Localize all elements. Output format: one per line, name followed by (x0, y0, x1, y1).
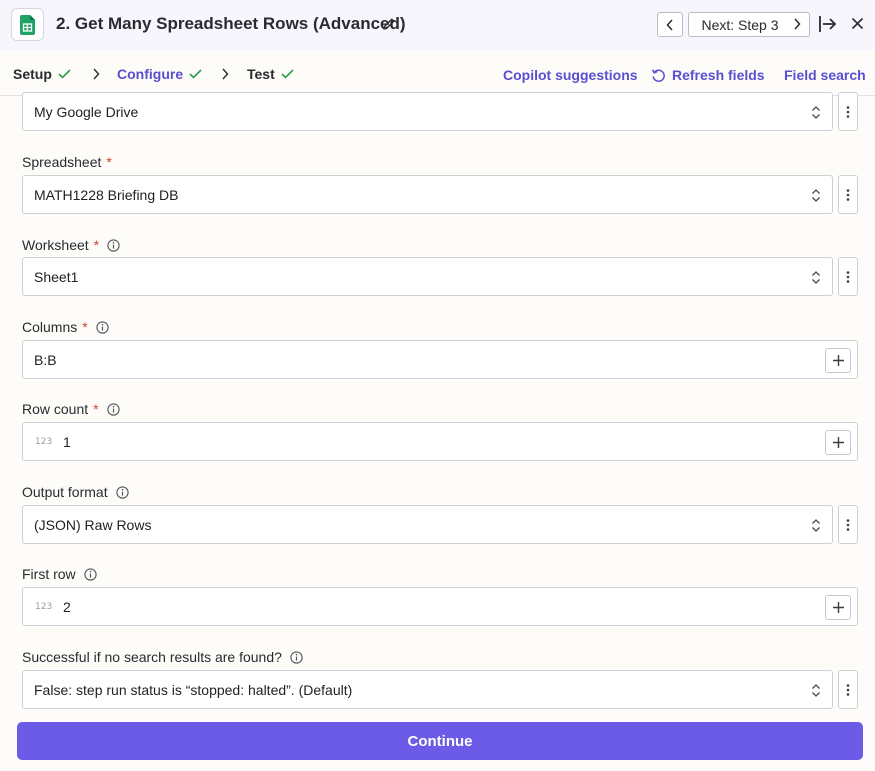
refresh-fields-label: Refresh fields (672, 67, 765, 83)
row-count-input[interactable]: 123 1 (22, 422, 858, 461)
number-type-icon: 123 (35, 601, 53, 612)
output-format-select[interactable]: (JSON) Raw Rows (22, 505, 833, 544)
field-search-label: Field search (784, 67, 866, 83)
continue-button[interactable]: Continue (17, 722, 863, 760)
worksheet-value: Sheet1 (34, 268, 79, 285)
updown-chevron-icon (812, 271, 820, 284)
refresh-icon (651, 68, 665, 82)
worksheet-select[interactable]: Sheet1 (22, 257, 833, 296)
copilot-suggestions-link[interactable]: Copilot suggestions (503, 67, 638, 83)
updown-chevron-icon (812, 106, 820, 119)
more-vertical-icon (846, 188, 850, 201)
success-if-none-select[interactable]: False: step run status is “stopped: halt… (22, 670, 833, 709)
label-text: First row (22, 566, 76, 582)
spreadsheet-options-button[interactable] (838, 175, 858, 214)
spreadsheet-label: Spreadsheet * (22, 154, 112, 170)
footer: Continue (0, 710, 875, 771)
row-count-label: Row count * (22, 401, 120, 417)
updown-chevron-icon (812, 519, 820, 532)
tab-test[interactable]: Test (247, 66, 294, 82)
first-row-value: 2 (63, 598, 71, 615)
output-format-value: (JSON) Raw Rows (34, 516, 152, 533)
info-icon[interactable] (106, 402, 120, 416)
tab-configure[interactable]: Configure (117, 66, 202, 82)
first-row-input[interactable]: 123 2 (22, 587, 858, 626)
more-vertical-icon (846, 518, 850, 531)
info-icon[interactable] (115, 485, 129, 499)
worksheet-label: Worksheet * (22, 237, 120, 253)
more-vertical-icon (846, 105, 850, 118)
chevron-right-icon (93, 68, 100, 80)
step-header: 2. Get Many Spreadsheet Rows (Advanced) … (0, 0, 875, 50)
next-step-label: Next: Step 3 (701, 16, 779, 33)
collapse-panel-icon[interactable] (818, 15, 838, 33)
info-icon[interactable] (84, 567, 97, 581)
step-tabs: Setup Configure Test Copilot suggestions… (0, 50, 875, 96)
spreadsheet-value: MATH1228 Briefing DB (34, 186, 179, 203)
output-format-options-button[interactable] (838, 505, 858, 544)
chevron-left-icon (666, 18, 673, 31)
add-first-row-button[interactable] (825, 595, 851, 620)
check-icon (189, 69, 202, 79)
info-icon[interactable] (96, 320, 109, 334)
add-row-count-button[interactable] (825, 430, 851, 455)
check-icon (281, 69, 294, 79)
success-if-none-label: Successful if no search results are foun… (22, 649, 303, 665)
required-marker: * (82, 319, 88, 335)
chevron-right-icon (794, 18, 801, 30)
label-text: Spreadsheet (22, 154, 102, 170)
updown-chevron-icon (812, 684, 820, 697)
label-text: Output format (22, 484, 108, 500)
label-text: Columns (22, 319, 78, 335)
tab-label: Configure (117, 66, 184, 82)
copilot-suggestions-label: Copilot suggestions (503, 67, 638, 83)
success-if-none-options-button[interactable] (838, 670, 858, 709)
worksheet-options-button[interactable] (838, 257, 858, 296)
label-text: Successful if no search results are foun… (22, 649, 282, 665)
number-type-icon: 123 (35, 436, 53, 447)
updown-chevron-icon (812, 189, 820, 202)
plus-icon (832, 437, 844, 448)
columns-value: B:B (34, 351, 57, 368)
info-icon[interactable] (107, 238, 120, 252)
pencil-icon[interactable] (381, 16, 397, 32)
more-vertical-icon (846, 270, 850, 283)
refresh-fields-link[interactable]: Refresh fields (651, 67, 765, 83)
previous-step-button[interactable] (657, 12, 683, 37)
tab-setup[interactable]: Setup (13, 66, 71, 82)
close-icon[interactable] (851, 17, 864, 30)
plus-icon (832, 355, 844, 366)
first-row-label: First row (22, 566, 97, 582)
drive-options-button[interactable] (838, 92, 858, 131)
check-icon (58, 69, 71, 79)
spreadsheet-select[interactable]: MATH1228 Briefing DB (22, 175, 833, 214)
row-count-value: 1 (63, 433, 71, 450)
label-text: Worksheet (22, 237, 89, 253)
columns-input[interactable]: B:B (22, 340, 858, 379)
tab-label: Setup (13, 66, 52, 82)
columns-label: Columns * (22, 319, 109, 335)
required-marker: * (93, 237, 100, 253)
plus-icon (832, 602, 844, 613)
field-search-link[interactable]: Field search (784, 67, 866, 83)
google-sheets-icon (11, 8, 44, 41)
output-format-label: Output format (22, 484, 129, 500)
next-step-button[interactable]: Next: Step 3 (688, 12, 810, 37)
chevron-right-icon (222, 68, 229, 80)
step-title: 2. Get Many Spreadsheet Rows (Advanced) (56, 14, 406, 33)
label-text: Row count (22, 401, 89, 417)
more-vertical-icon (846, 683, 850, 696)
required-marker: * (106, 154, 112, 170)
info-icon[interactable] (290, 650, 303, 664)
drive-select[interactable]: My Google Drive (22, 92, 833, 131)
success-if-none-value: False: step run status is “stopped: halt… (34, 681, 353, 698)
required-marker: * (93, 401, 99, 417)
tab-label: Test (247, 66, 275, 82)
add-column-button[interactable] (825, 348, 851, 373)
drive-value: My Google Drive (34, 103, 139, 120)
